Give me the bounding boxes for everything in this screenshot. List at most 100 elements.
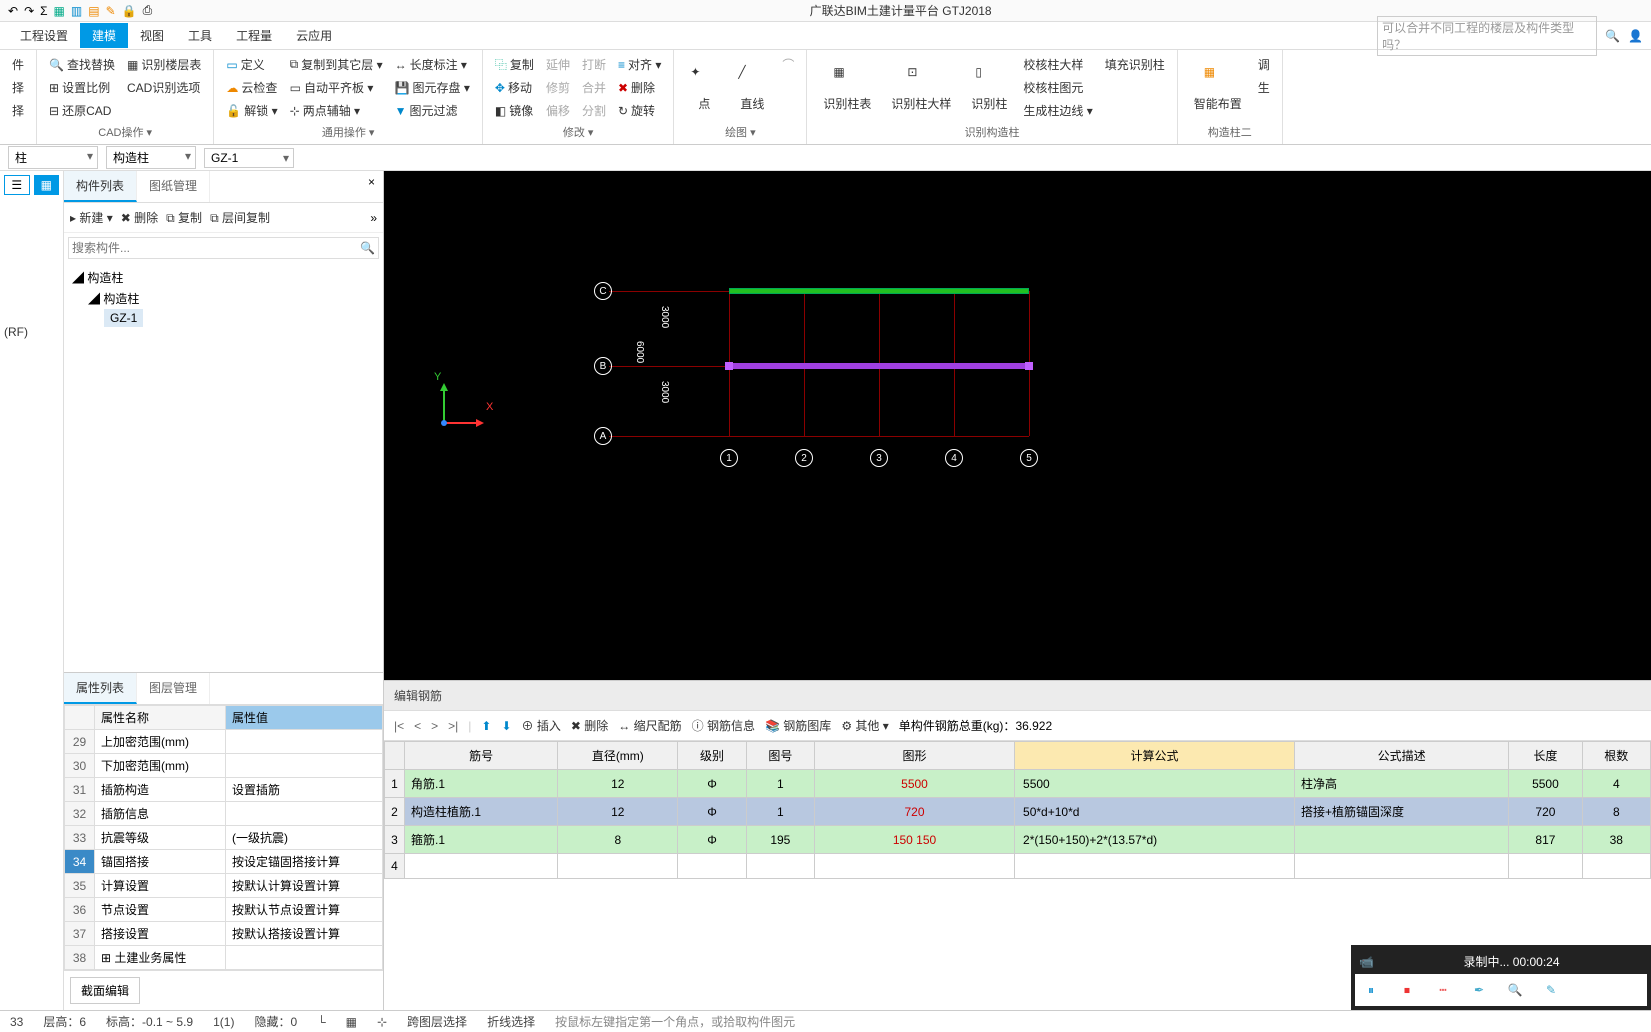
copy-button[interactable]: ⧉ 复制 xyxy=(166,209,202,226)
ortho-icon[interactable]: ⊹ xyxy=(377,1015,387,1029)
lock-icon[interactable]: 🔒 xyxy=(122,4,137,18)
edit-icon[interactable]: ✎ xyxy=(106,4,116,18)
delete-button[interactable]: ✖ 删除 xyxy=(121,209,158,226)
picno-cell[interactable]: 1 xyxy=(746,770,814,798)
unlock-button[interactable]: 🔓解锁 ▾ xyxy=(222,100,281,121)
zoom-button[interactable]: 🔍 xyxy=(1503,978,1527,1002)
select2-button[interactable]: 择 xyxy=(8,100,28,121)
picno-cell[interactable]: 195 xyxy=(746,826,814,854)
section-edit-button[interactable]: 截面编辑 xyxy=(70,977,140,1004)
row-number[interactable]: 30 xyxy=(65,754,95,778)
rebar-library-button[interactable]: 📚 钢筋图库 xyxy=(765,717,831,734)
prop-name[interactable]: 插筋信息 xyxy=(95,802,226,826)
formula-cell[interactable]: 50*d+10*d xyxy=(1015,798,1295,826)
prop-name[interactable]: 计算设置 xyxy=(95,874,226,898)
nav-next[interactable]: > xyxy=(431,719,438,733)
delete-button[interactable]: ✖ 删除 xyxy=(571,717,608,734)
prop-name[interactable]: 下加密范围(mm) xyxy=(95,754,226,778)
mirror-button[interactable]: ◧镜像 xyxy=(491,100,538,121)
identify-column-button[interactable]: ▯识别柱 xyxy=(963,54,1015,122)
level-cell[interactable] xyxy=(678,854,746,879)
undo-icon[interactable]: ↶ xyxy=(8,4,18,18)
row-number[interactable]: 37 xyxy=(65,922,95,946)
help-search[interactable]: 可以合并不同工程的楼层及构件类型吗？ xyxy=(1377,16,1597,56)
prop-value[interactable]: 设置插筋 xyxy=(226,778,383,802)
print-icon[interactable]: ⎙ xyxy=(143,3,153,18)
search-input[interactable] xyxy=(72,241,360,255)
picno-cell[interactable] xyxy=(746,854,814,879)
prop-value[interactable]: 按默认计算设置计算 xyxy=(226,874,383,898)
status-polyline[interactable]: 折线选择 xyxy=(487,1013,535,1030)
row-number[interactable]: 3 xyxy=(385,826,405,854)
tree-node[interactable]: ◢ 构造柱 xyxy=(72,288,375,309)
level-cell[interactable]: Φ xyxy=(678,770,746,798)
snap-icon[interactable]: └ xyxy=(317,1015,326,1029)
move-button[interactable]: ✥移动 xyxy=(491,77,538,98)
component-button[interactable]: 件 xyxy=(8,54,28,75)
floor-label[interactable]: (RF) xyxy=(0,319,63,345)
verify-detail-button[interactable]: 校核柱大样 xyxy=(1019,54,1096,75)
drawing-canvas[interactable]: C B A 1 2 3 4 5 3000 3000 6000 Y X xyxy=(384,171,1651,680)
pen-button[interactable]: ✎ xyxy=(1539,978,1563,1002)
nav-first[interactable]: |< xyxy=(394,719,404,733)
row-number[interactable]: 33 xyxy=(65,826,95,850)
copy-button[interactable]: ⿻复制 xyxy=(491,54,538,75)
length-cell[interactable] xyxy=(1509,854,1582,879)
tab-modeling[interactable]: 建模 xyxy=(80,23,128,48)
prop-name[interactable]: 节点设置 xyxy=(95,898,226,922)
fill-identify-button[interactable]: 填充识别柱 xyxy=(1101,54,1169,75)
rebar-name-cell[interactable]: 角筋.1 xyxy=(405,770,558,798)
define-button[interactable]: ▭定义 xyxy=(222,54,281,75)
find-replace-button[interactable]: 🔍查找替换 xyxy=(45,54,119,75)
search-icon[interactable]: 🔍 xyxy=(360,241,375,255)
diameter-cell[interactable]: 12 xyxy=(558,770,678,798)
type-combo[interactable]: 构造柱 xyxy=(106,146,196,169)
tab-layers[interactable]: 图层管理 xyxy=(137,673,210,704)
length-cell[interactable]: 817 xyxy=(1509,826,1582,854)
level-cell[interactable]: Φ xyxy=(678,826,746,854)
restore-cad-button[interactable]: ⊟还原CAD xyxy=(45,100,119,121)
qty-cell[interactable]: 38 xyxy=(1582,826,1650,854)
prop-name[interactable]: 搭接设置 xyxy=(95,922,226,946)
stop-button[interactable]: ⏹ xyxy=(1395,978,1419,1002)
rotate-button[interactable]: ↻旋转 xyxy=(614,100,665,121)
search-icon[interactable]: 🔍 xyxy=(1605,29,1620,43)
tab-drawing-mgmt[interactable]: 图纸管理 xyxy=(137,171,210,202)
gen-edge-button[interactable]: 生成柱边线 ▾ xyxy=(1019,100,1096,121)
desc-cell[interactable]: 柱净高 xyxy=(1295,770,1509,798)
export-icon[interactable]: ▤ xyxy=(88,4,99,18)
table-icon[interactable]: ▥ xyxy=(71,4,82,18)
insert-button[interactable]: ⊕ 插入 xyxy=(522,717,561,734)
formula-cell[interactable]: 5500 xyxy=(1015,770,1295,798)
prop-value[interactable] xyxy=(226,754,383,778)
beam-element[interactable] xyxy=(729,288,1029,294)
prop-value[interactable]: (一级抗震) xyxy=(226,826,383,850)
formula-cell[interactable]: 2*(150+150)+2*(13.57*d) xyxy=(1015,826,1295,854)
chart-icon[interactable]: ▦ xyxy=(54,4,65,18)
pause-button[interactable]: ⏸ xyxy=(1359,978,1383,1002)
qty-cell[interactable]: 8 xyxy=(1582,798,1650,826)
desc-cell[interactable] xyxy=(1295,854,1509,879)
new-button[interactable]: ▸ 新建 ▾ xyxy=(70,209,113,226)
tree-node-selected[interactable]: GZ-1 xyxy=(104,309,143,327)
picno-cell[interactable]: 1 xyxy=(746,798,814,826)
tab-tools[interactable]: 工具 xyxy=(176,23,224,48)
line-button[interactable]: ╱直线 xyxy=(730,54,774,122)
length-dim-button[interactable]: ↔长度标注 ▾ xyxy=(391,54,474,75)
shape-cell[interactable]: 5500 xyxy=(815,770,1015,798)
row-number[interactable]: 4 xyxy=(385,854,405,879)
generate-button[interactable]: 生 xyxy=(1254,77,1274,98)
row-number[interactable]: 32 xyxy=(65,802,95,826)
row-number[interactable]: 34 xyxy=(65,850,95,874)
level-cell[interactable]: Φ xyxy=(678,798,746,826)
set-scale-button[interactable]: ⊞设置比例 xyxy=(45,77,119,98)
cad-options-button[interactable]: CAD识别选项 xyxy=(123,77,205,98)
formula-cell[interactable] xyxy=(1015,854,1295,879)
prop-name[interactable]: 上加密范围(mm) xyxy=(95,730,226,754)
rebar-info-button[interactable]: ⓘ 钢筋信息 xyxy=(692,717,755,734)
delete-button[interactable]: ✖删除 xyxy=(614,77,665,98)
tab-cloud[interactable]: 云应用 xyxy=(284,23,344,48)
list-view-icon[interactable]: ☰ xyxy=(4,175,30,195)
prop-value[interactable]: 按默认节点设置计算 xyxy=(226,898,383,922)
point-button[interactable]: ✦点 xyxy=(682,54,726,122)
